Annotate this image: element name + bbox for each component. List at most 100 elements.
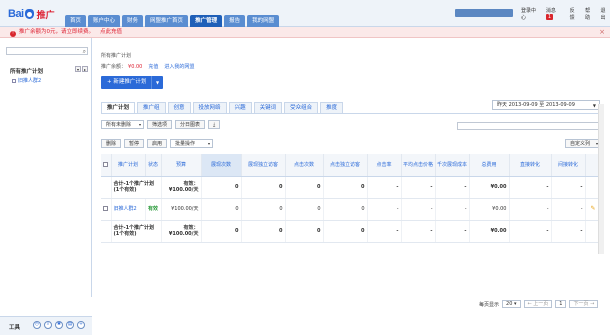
col-budget[interactable]: 预算 xyxy=(161,154,202,177)
batch-operation-select[interactable]: 批量操作 xyxy=(170,139,214,148)
cell-impression-visitors: 0 xyxy=(241,198,286,221)
feedback-link[interactable]: 反馈 xyxy=(570,7,579,21)
col-cpm[interactable]: 千次展现成本 xyxy=(435,154,470,177)
user-name-box[interactable] xyxy=(455,9,513,17)
tab-keywords[interactable]: 关键词 xyxy=(253,102,283,113)
nav-promotion-management[interactable]: 推广管理 xyxy=(190,15,223,27)
sidebar-title[interactable]: 所有推广计划 xyxy=(10,67,43,75)
baidu-logo[interactable]: Bai 推广 xyxy=(8,7,55,21)
recharge-alert-link[interactable]: 点此充值 xyxy=(100,29,122,35)
pause-button[interactable]: 暂停 xyxy=(124,139,145,148)
search-tool-icon[interactable]: ⌕ xyxy=(44,321,52,329)
expand-icon[interactable]: ▸ xyxy=(82,66,88,72)
sidebar-search-input[interactable]: ⌕ xyxy=(6,47,88,55)
tab-groups[interactable]: 推广组 xyxy=(137,102,166,113)
tools-icons: ◷ ⌕ ✱ ▤ + xyxy=(33,321,85,329)
download-icon[interactable]: ⤓ xyxy=(208,120,221,129)
filter-input[interactable] xyxy=(457,122,600,130)
edit-pencil-icon[interactable]: ✎ xyxy=(590,205,595,212)
daily-chart-button[interactable]: 分日图表 xyxy=(175,120,206,129)
cell-budget[interactable]: ¥100.00/天 xyxy=(161,198,202,221)
nav-network-home[interactable]: 网盟推广首页 xyxy=(145,15,189,27)
nav-reports[interactable]: 报告 xyxy=(224,15,246,27)
cell-cpc: - xyxy=(401,198,436,221)
cell-plan-link[interactable]: 旧推人群2 xyxy=(111,198,146,221)
new-plan-button[interactable]: + 新建推广计划 ▼ xyxy=(101,76,163,89)
message-link[interactable]: 消息 1 xyxy=(545,7,564,21)
nav-home[interactable]: 首页 xyxy=(65,15,87,27)
delete-button[interactable]: 删除 xyxy=(101,139,122,148)
collapse-icon[interactable]: ▾ xyxy=(75,66,81,72)
recharge-link[interactable]: 充值 xyxy=(148,64,158,70)
chevron-down-icon[interactable]: ▼ xyxy=(151,76,163,89)
enter-network-link[interactable]: 进入我的网盟 xyxy=(164,64,194,70)
logo-suffix: 推广 xyxy=(36,10,55,21)
col-avg-cpc[interactable]: 平均点击价格 xyxy=(401,154,436,177)
tab-creatives[interactable]: 创意 xyxy=(167,102,191,113)
gear-icon[interactable]: ✱ xyxy=(55,321,63,329)
tab-push[interactable]: 推度 xyxy=(320,102,344,113)
tab-network[interactable]: 投放网络 xyxy=(192,102,227,113)
col-ctr[interactable]: 点击率 xyxy=(367,154,402,177)
row-checkbox-cell xyxy=(101,220,112,243)
main-content: 所有推广计划 推广余额： ¥0.00 充值 进入我的网盟 + 新建推广计划 ▼ 推广计划… xyxy=(97,38,610,308)
cell-indirect: - xyxy=(551,220,586,243)
level-tabs: 推广计划 推广组 创意 投放网络 兴趣 关键词 受众组合 推度 xyxy=(101,102,344,113)
warning-icon: ! xyxy=(10,30,16,37)
select-all-checkbox[interactable] xyxy=(101,154,112,177)
nav-finance[interactable]: 财务 xyxy=(122,15,144,27)
col-direct-conversion[interactable]: 直接转化 xyxy=(509,154,552,177)
row-checkbox-cell[interactable] xyxy=(101,198,112,221)
tools-bar: 工具 ◷ ⌕ ✱ ▤ + xyxy=(0,316,92,335)
clock-icon[interactable]: ◷ xyxy=(33,321,41,329)
table-header-row: 推广计划 状态 预算 展现次数 展现独立访客 点击次数 点击独立访客 点击率 平… xyxy=(101,154,602,177)
filter-button[interactable]: 筛选项 xyxy=(147,120,173,129)
col-status[interactable]: 状态 xyxy=(145,154,162,177)
col-impression-visitors[interactable]: 展现独立访客 xyxy=(241,154,286,177)
tab-plans[interactable]: 推广计划 xyxy=(101,102,136,113)
custom-columns-select[interactable]: 自定义列 xyxy=(565,139,601,148)
col-plan[interactable]: 推广计划 xyxy=(111,154,146,177)
top-links: 登录中心 消息 1 反馈 帮助 退出 xyxy=(521,7,610,21)
cell-direct: - xyxy=(509,220,552,243)
cell-ctr: - xyxy=(367,198,402,221)
checkbox[interactable] xyxy=(103,161,109,167)
tab-divider xyxy=(101,113,601,114)
vertical-scrollbar[interactable] xyxy=(598,104,604,254)
logout-link[interactable]: 退出 xyxy=(601,7,610,21)
cell-ctr: - xyxy=(367,220,402,243)
nav-my-network[interactable]: 我的网盟 xyxy=(247,15,280,27)
col-total-cost[interactable]: 总费用 xyxy=(469,154,510,177)
status-filter-select[interactable]: 所有未删除 xyxy=(101,120,144,129)
col-indirect-conversion[interactable]: 间接转化 xyxy=(551,154,586,177)
page-number-input[interactable]: 1 xyxy=(555,300,567,308)
close-icon[interactable]: × xyxy=(599,27,605,38)
sidebar-item-label: 旧推人群2 xyxy=(18,78,42,84)
help-link[interactable]: 帮助 xyxy=(585,7,594,21)
col-click-visitors[interactable]: 点击独立访客 xyxy=(323,154,368,177)
date-range-select[interactable]: 昨天 2013-09-09 至 2013-09-09 ▼ xyxy=(492,100,600,110)
tab-audience[interactable]: 受众组合 xyxy=(284,102,319,113)
tab-interest[interactable]: 兴趣 xyxy=(228,102,252,113)
search-icon[interactable]: ⌕ xyxy=(83,48,86,56)
cell-clicks: 0 xyxy=(285,176,324,199)
plus-icon[interactable]: + xyxy=(77,321,85,329)
per-page-select[interactable]: 20 ▾ xyxy=(502,300,521,308)
prev-page-button[interactable]: ← 上一页 xyxy=(523,300,553,308)
enable-button[interactable]: 启用 xyxy=(147,139,168,148)
col-impressions[interactable]: 展现次数 xyxy=(201,154,242,177)
col-clicks[interactable]: 点击次数 xyxy=(285,154,324,177)
chart-icon[interactable]: ▤ xyxy=(66,321,74,329)
top-bar: Bai 推广 首页 账户中心 财务 网盟推广首页 推广管理 报告 我的网盟 登录… xyxy=(0,0,610,27)
cell-cpm: - xyxy=(435,176,470,199)
next-page-button[interactable]: 下一页 → xyxy=(569,300,599,308)
nav-account[interactable]: 账户中心 xyxy=(88,15,121,27)
sidebar-item-plan[interactable]: 旧推人群2 xyxy=(12,77,41,84)
pagination: 每页显示 20 ▾ ← 上一页 1 下一页 → xyxy=(479,300,599,308)
cell-indirect: - xyxy=(551,176,586,199)
cell-direct: - xyxy=(509,198,552,221)
alert-text: 推广余额为0元，请立即续费。 xyxy=(19,29,95,35)
balance-label: 推广余额： xyxy=(101,64,127,70)
row-checkbox[interactable] xyxy=(103,206,109,211)
login-center-link[interactable]: 登录中心 xyxy=(521,7,540,21)
